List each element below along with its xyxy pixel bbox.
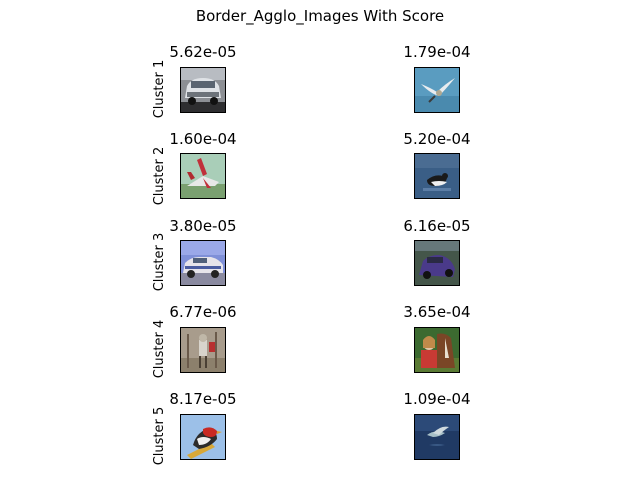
deer-photo <box>180 327 226 373</box>
gull-over-water-photo <box>414 414 460 460</box>
cluster-label: Cluster 5 <box>152 406 167 466</box>
image-score: 5.20e-04 <box>403 130 471 148</box>
horse-and-person-photo <box>414 327 460 373</box>
cluster-label: Cluster 2 <box>152 146 167 206</box>
image-score: 3.65e-04 <box>403 303 471 321</box>
bird-on-water-photo <box>414 153 460 199</box>
figure: Border_Agglo_Images With Score Cluster 1… <box>0 0 640 480</box>
airplane-photo <box>180 153 226 199</box>
image-score: 5.62e-05 <box>169 43 237 61</box>
police-car-photo <box>180 240 226 286</box>
figure-title: Border_Agglo_Images With Score <box>195 7 445 25</box>
image-score: 8.17e-05 <box>169 390 237 408</box>
image-score: 1.79e-04 <box>403 43 471 61</box>
cluster-label: Cluster 4 <box>152 319 167 379</box>
purple-car-photo <box>414 240 460 286</box>
image-score: 1.09e-04 <box>403 390 471 408</box>
image-score: 6.16e-05 <box>403 217 471 235</box>
cluster-label: Cluster 1 <box>152 59 167 119</box>
bird-in-flight-photo <box>414 67 460 113</box>
image-score: 3.80e-05 <box>169 217 237 235</box>
image-score: 6.77e-06 <box>169 303 237 321</box>
image-score: 1.60e-04 <box>169 130 237 148</box>
car-photo <box>180 67 226 113</box>
red-bird-photo <box>180 414 226 460</box>
